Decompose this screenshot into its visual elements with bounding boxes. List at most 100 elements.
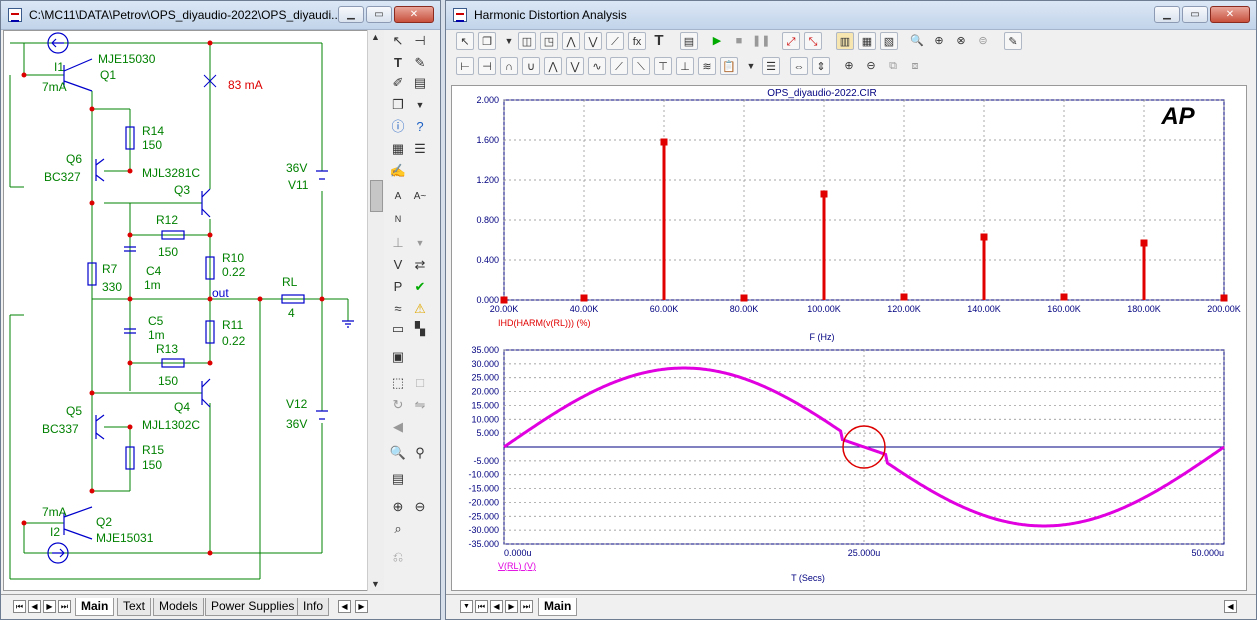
scroll-thumb[interactable] <box>370 180 383 212</box>
bottom-icon[interactable]: ⊥ <box>676 57 694 75</box>
valley-icon[interactable]: ⋁ <box>584 32 602 50</box>
schematic-vertical-scrollbar[interactable]: ▲ ▼ <box>367 30 384 591</box>
tokens-icon[interactable]: ◳ <box>540 32 558 50</box>
analysis-maximize-button[interactable]: ▭ <box>1182 6 1208 23</box>
plot-grid-icon[interactable]: ▧ <box>880 32 898 50</box>
power-icon[interactable]: P <box>389 278 407 296</box>
cursor-left-icon[interactable]: ⊢ <box>456 57 474 75</box>
analysis-next-tab-icon[interactable]: ▶ <box>505 600 518 613</box>
tab-text[interactable]: Text <box>117 598 152 616</box>
analysis-zoom-out-icon[interactable]: ⊖ <box>862 57 880 75</box>
warning-icon[interactable]: ⚠ <box>411 300 429 318</box>
info-icon[interactable]: ⓘ <box>389 118 407 136</box>
check-icon[interactable]: ✔ <box>411 278 429 296</box>
fit-width-icon[interactable]: ⇔ <box>790 57 808 75</box>
copy-icon[interactable]: ❐ <box>389 96 407 114</box>
global-high-icon[interactable]: ⟋ <box>610 57 628 75</box>
peak-icon[interactable]: ⋀ <box>562 32 580 50</box>
analysis-last-tab-icon[interactable]: ⏭ <box>520 600 533 613</box>
next-tab-icon[interactable]: ▶ <box>43 600 56 613</box>
analysis-select-icon[interactable]: ↖ <box>456 32 474 50</box>
grid-icon[interactable]: ▚ <box>411 320 429 338</box>
probe-icon[interactable]: ≈ <box>389 300 407 318</box>
scroll-down-arrow-icon[interactable]: ▼ <box>371 579 380 589</box>
attribute-text-icon[interactable]: A <box>389 188 407 206</box>
properties-dialog-icon[interactable]: ▤ <box>680 32 698 50</box>
minimize-button[interactable]: ▁ <box>338 6 364 23</box>
page-setup-icon[interactable]: ▤ <box>389 470 407 488</box>
zoom-out-icon[interactable]: ⊖ <box>411 498 429 516</box>
limits-icon[interactable]: ⤢ <box>782 32 800 50</box>
zoom-box-icon[interactable]: ⌕ <box>389 520 407 538</box>
analysis-close-button[interactable]: ✕ <box>1210 6 1250 23</box>
analysis-first-tab-icon[interactable]: ⏮ <box>475 600 488 613</box>
clipboard-dropdown-icon[interactable]: ▼ <box>742 57 760 75</box>
analysis-zoom-in-icon[interactable]: ⊕ <box>840 57 858 75</box>
wire-tool-icon[interactable]: ✎ <box>411 54 429 72</box>
copy-dropdown-icon[interactable]: ▼ <box>500 32 518 50</box>
numeric-output-icon[interactable]: ☰ <box>762 57 780 75</box>
wave-icon[interactable]: ≋ <box>698 57 716 75</box>
scroll-up-arrow-icon[interactable]: ▲ <box>371 32 380 42</box>
global-low-icon[interactable]: ⟍ <box>632 57 650 75</box>
analysis-properties-icon[interactable]: ✎ <box>1004 32 1022 50</box>
current-arrows-icon[interactable]: ⇄ <box>411 256 429 274</box>
analysis-minimize-button[interactable]: ▁ <box>1154 6 1180 23</box>
inflection-icon[interactable]: ∿ <box>588 57 606 75</box>
rescale-icon[interactable]: ⤡ <box>804 32 822 50</box>
tab-models[interactable]: Models <box>153 598 204 616</box>
grid-on-icon[interactable]: ▥ <box>836 32 854 50</box>
text-tool-icon[interactable]: T <box>389 54 407 72</box>
analysis-tab-main[interactable]: Main <box>538 598 578 616</box>
clipboard-icon[interactable]: 📋 <box>720 57 738 75</box>
voltage-icon[interactable]: V <box>389 256 407 274</box>
zoom-fit-icon[interactable]: 🔍 <box>908 32 926 50</box>
zoom-x-icon[interactable]: ⊕ <box>930 32 948 50</box>
pencil-icon[interactable]: ✐ <box>389 74 407 92</box>
save-icon[interactable]: ▣ <box>389 348 407 366</box>
curve-valley-icon[interactable]: ∪ <box>522 57 540 75</box>
region-icon[interactable]: ⬚ <box>389 374 407 392</box>
dropdown-arrow-icon[interactable]: ▼ <box>411 96 429 114</box>
binoculars-icon[interactable]: ⚲ <box>411 444 429 462</box>
plot-area[interactable]: OPS_diyaudio-2022.CIR AP F (Hz) IHD(HARM… <box>451 85 1247 591</box>
node-numbers-icon[interactable]: N <box>389 210 407 228</box>
analysis-copy-icon[interactable]: ❐ <box>478 32 496 50</box>
top-icon[interactable]: ⊤ <box>654 57 672 75</box>
fx-icon[interactable]: fx <box>628 32 646 50</box>
cursor-right-icon[interactable]: ⊣ <box>478 57 496 75</box>
run-icon[interactable]: ▶ <box>708 32 726 50</box>
last-tab-icon[interactable]: ⏭ <box>58 600 71 613</box>
attribute-wave-icon[interactable]: A~ <box>411 188 429 206</box>
list-icon[interactable]: ☰ <box>411 140 429 158</box>
prev-tab-icon[interactable]: ◀ <box>28 600 41 613</box>
graph-icon[interactable]: ◫ <box>518 32 536 50</box>
select-arrow-icon[interactable]: ↖ <box>389 32 407 50</box>
analysis-prev-tab-icon[interactable]: ◀ <box>490 600 503 613</box>
low-icon[interactable]: ⋁ <box>566 57 584 75</box>
help-icon[interactable]: ? <box>411 118 429 136</box>
tab-main[interactable]: Main <box>75 598 115 616</box>
maximize-button[interactable]: ▭ <box>366 6 392 23</box>
bus-icon[interactable]: ▤ <box>411 74 429 92</box>
edit-icon[interactable]: ✍ <box>389 162 407 180</box>
page-icon[interactable]: ▭ <box>389 320 407 338</box>
analysis-text-icon[interactable]: T <box>650 32 668 50</box>
zoom-in-icon[interactable]: ⊕ <box>389 498 407 516</box>
zoom-y-icon[interactable]: ⊗ <box>952 32 970 50</box>
first-tab-icon[interactable]: ⏮ <box>13 600 26 613</box>
analysis-menu-icon[interactable]: ▼ <box>460 600 473 613</box>
tab-info[interactable]: Info <box>297 598 330 616</box>
schematic-canvas[interactable]: I1 7mA MJE15030 Q1 83 mA R14 150 Q6 BC32… <box>3 30 383 591</box>
find-icon[interactable]: 🔍 <box>389 444 407 462</box>
tab-power-supplies[interactable]: Power Supplies <box>205 598 301 616</box>
tab-scroll-right-icon[interactable]: ▶ <box>355 600 368 613</box>
close-button[interactable]: ✕ <box>394 6 434 23</box>
slope-icon[interactable]: ⟋ <box>606 32 624 50</box>
minor-grid-icon[interactable]: ▦ <box>858 32 876 50</box>
analysis-tab-scroll-icon[interactable]: ◀ <box>1224 600 1237 613</box>
tab-scroll-left-icon[interactable]: ◀ <box>338 600 351 613</box>
high-icon[interactable]: ⋀ <box>544 57 562 75</box>
fit-height-icon[interactable]: ⇕ <box>812 57 830 75</box>
curve-peak-icon[interactable]: ∩ <box>500 57 518 75</box>
